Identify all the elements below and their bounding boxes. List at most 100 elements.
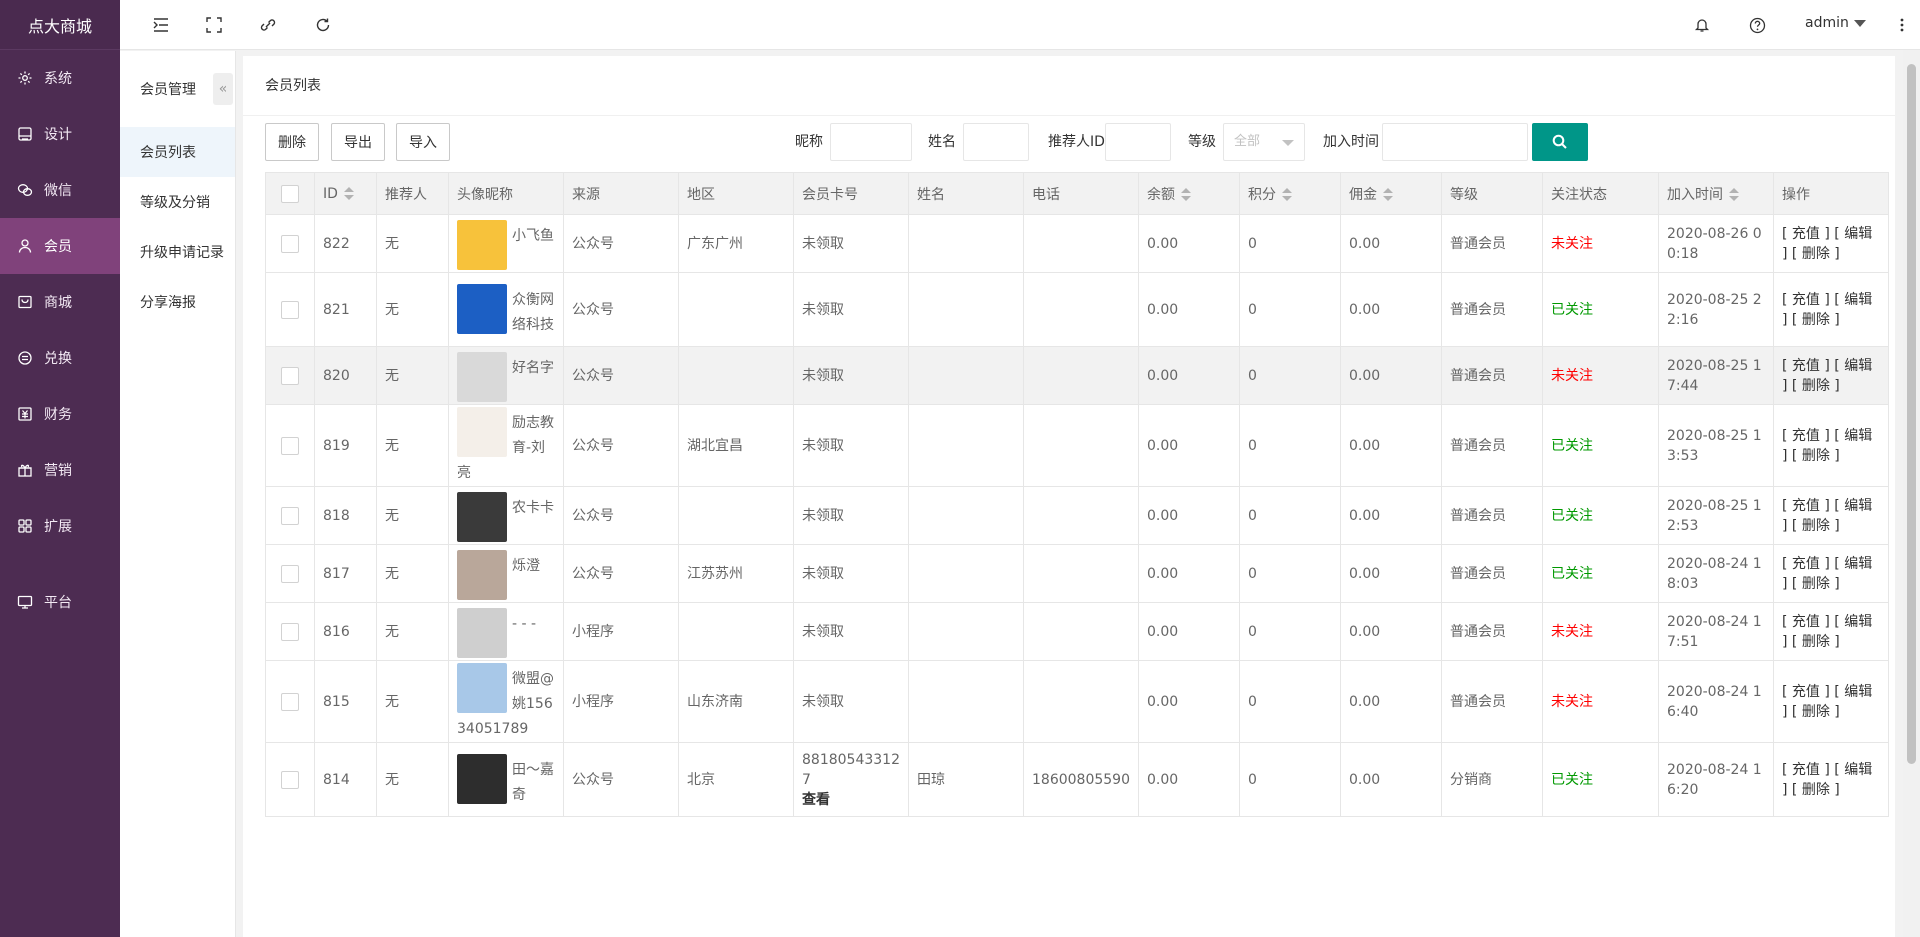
delete-link[interactable]: [ 删除 ] [1792,378,1840,394]
refresh-icon[interactable] [312,14,334,36]
table-row[interactable]: 818 无 农卡卡 公众号 未领取 0.00 0 0.00 普通会员 已关注 2020-08-25 … [265,486,1889,545]
row-checkbox[interactable] [281,506,299,525]
name-filter-input[interactable] [963,123,1029,161]
import-button[interactable]: 导入 [396,123,450,161]
join-time-filter-input[interactable] [1382,123,1528,161]
col-balance[interactable]: 余额 [1138,172,1240,215]
cell-join-time: 2020-08-24 17:51 [1658,602,1774,661]
row-checkbox[interactable] [281,436,299,455]
bell-icon[interactable] [1691,14,1713,36]
delete-link[interactable]: [ 删除 ] [1792,312,1840,328]
col-ops: 操作 [1773,172,1889,215]
nav-item-user[interactable]: 会员 [0,218,120,274]
cell-level-text: 普通会员 [1450,367,1506,384]
nav-item-wechat[interactable]: 微信 [0,162,120,218]
delete-link[interactable]: [ 删除 ] [1792,634,1840,650]
nickname-filter-input[interactable] [830,123,912,161]
delete-link[interactable]: [ 删除 ] [1792,576,1840,592]
recharge-link[interactable]: [ 充值 ] [1782,292,1830,308]
table-row[interactable]: 822 无 小飞鱼 公众号 广东广州 未领取 0.00 0 0.00 普通会员 未关注 2020-08… [265,214,1889,273]
main-card: 会员列表 删除 导出 导入 昵称 姓名 推荐人ID 等级 全部 加入时间 ID … [243,56,1895,937]
sort-icon[interactable] [1181,187,1191,202]
col-points[interactable]: 积分 [1239,172,1341,215]
row-checkbox[interactable] [281,692,299,711]
table-row[interactable]: 820 无 好名字 公众号 未领取 0.00 0 0.00 普通会员 未关注 2020-08-25 … [265,346,1889,405]
recharge-link[interactable]: [ 充值 ] [1782,226,1830,242]
export-button[interactable]: 导出 [331,123,385,161]
referrer-id-filter-input[interactable] [1105,123,1171,161]
submenu-item[interactable]: 分享海报 [120,277,235,327]
link-icon[interactable] [257,14,279,36]
select-all-checkbox[interactable] [281,184,299,203]
nav-item-exchange[interactable]: 兑换 [0,330,120,386]
search-button[interactable] [1532,123,1588,161]
cell-balance-text: 0.00 [1147,507,1179,524]
cell-referrer: 无 [376,602,449,661]
cell-referrer-text: 无 [385,565,399,582]
cell-balance: 0.00 [1138,214,1240,273]
cell-level-text: 普通会员 [1450,693,1506,710]
help-icon[interactable] [1746,14,1768,36]
avatar [457,491,507,542]
level-filter-select[interactable]: 全部 [1223,123,1305,161]
submenu-item[interactable]: 升级申请记录 [120,227,235,277]
col-id[interactable]: ID [314,172,377,215]
table-row[interactable]: 819 无 励志教育-刘亮 公众号 湖北宜昌 未领取 0.00 0 0.00 普通会员 已关注 202… [265,404,1889,487]
nav-item-gear[interactable]: 系统 [0,50,120,106]
delete-button[interactable]: 删除 [265,123,319,161]
recharge-link[interactable]: [ 充值 ] [1782,762,1830,778]
row-checkbox[interactable] [281,622,299,641]
cell-phone [1023,404,1139,487]
view-card-link[interactable]: 查看 [802,790,900,810]
page-scrollbar[interactable] [1903,50,1920,937]
more-vertical-icon[interactable] [1891,14,1913,36]
submenu-item[interactable]: 等级及分销 [120,177,235,227]
table-row[interactable]: 817 无 烁澄 公众号 江苏苏州 未领取 0.00 0 0.00 普通会员 已关注 2020-08-… [265,544,1889,603]
submenu-item[interactable]: 会员列表 [120,127,235,177]
cell-balance-text: 0.00 [1147,235,1179,252]
recharge-link[interactable]: [ 充值 ] [1782,614,1830,630]
table-row[interactable]: 814 无 田～嘉奇 公众号 北京 881805433127 查看 田琼 18600805590… [265,742,1889,817]
cell-card: 未领取 [793,544,909,603]
recharge-link[interactable]: [ 充值 ] [1782,358,1830,374]
delete-link[interactable]: [ 删除 ] [1792,782,1840,798]
cell-phone [1023,486,1139,545]
table-row[interactable]: 816 无 - - - 小程序 未领取 0.00 0 0.00 普通会员 未关注 2020-08-2… [265,602,1889,661]
delete-link[interactable]: [ 删除 ] [1792,448,1840,464]
member-table: ID 推荐人 头像昵称 来源 地区 会员卡号 姓名 电话 余额 积分 佣金 等级… [265,172,1889,817]
nav-item-monitor[interactable]: 平台 [0,574,120,630]
nav-item-shop[interactable]: 商城 [0,274,120,330]
sort-icon[interactable] [1282,187,1292,202]
delete-link[interactable]: [ 删除 ] [1792,704,1840,720]
sort-icon[interactable] [1383,187,1393,202]
table-row[interactable]: 821 无 众衡网络科技 公众号 未领取 0.00 0 0.00 普通会员 已关注 2020-08-… [265,272,1889,347]
row-checkbox[interactable] [281,300,299,319]
nav-item-gift[interactable]: 营销 [0,442,120,498]
nav-item-grid[interactable]: 扩展 [0,498,120,554]
scrollbar-thumb[interactable] [1907,64,1916,764]
row-checkbox[interactable] [281,770,299,789]
row-checkbox[interactable] [281,564,299,583]
nav-item-finance[interactable]: 财务 [0,386,120,442]
nav-item-design[interactable]: 设计 [0,106,120,162]
menu-toggle-icon[interactable] [150,14,172,36]
delete-link[interactable]: [ 删除 ] [1792,246,1840,262]
col-commission[interactable]: 佣金 [1340,172,1442,215]
recharge-link[interactable]: [ 充值 ] [1782,498,1830,514]
col-join-time[interactable]: 加入时间 [1658,172,1774,215]
nav-list: 系统 设计 微信 会员 商城 兑换 财务 营销 扩展平台 [0,50,120,630]
cell-follow: 已关注 [1542,404,1659,487]
row-checkbox[interactable] [281,366,299,385]
collapse-icon[interactable]: « [213,73,233,105]
user-menu[interactable]: admin [1805,15,1866,31]
delete-link[interactable]: [ 删除 ] [1792,518,1840,534]
row-checkbox[interactable] [281,234,299,253]
sort-icon[interactable] [1729,187,1739,202]
sort-icon[interactable] [343,186,354,201]
recharge-link[interactable]: [ 充值 ] [1782,556,1830,572]
recharge-link[interactable]: [ 充值 ] [1782,684,1830,700]
table-row[interactable]: 815 无 微盟@姚15634051789 小程序 山东济南 未领取 0.00 0 0.00 普通… [265,660,1889,743]
cell-region: 江苏苏州 [678,544,794,603]
fullscreen-icon[interactable] [203,14,225,36]
recharge-link[interactable]: [ 充值 ] [1782,428,1830,444]
